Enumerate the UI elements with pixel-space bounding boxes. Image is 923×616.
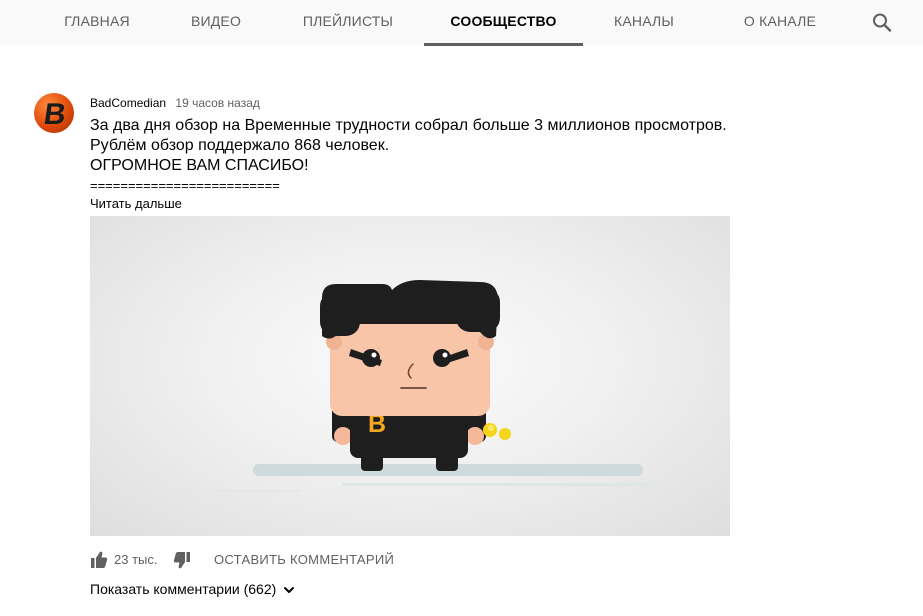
search-icon — [873, 13, 892, 32]
channel-avatar[interactable]: B — [34, 93, 74, 133]
dislike-button[interactable] — [173, 550, 191, 570]
read-more-link[interactable]: Читать дальше — [90, 195, 182, 212]
show-comments-label: Показать комментарии (662) — [90, 581, 277, 597]
thumbs-down-icon — [173, 552, 190, 569]
tab-channels[interactable]: КАНАЛЫ — [594, 0, 694, 46]
chevron-down-icon — [284, 587, 295, 594]
post-timestamp[interactable]: 19 часов назад — [175, 96, 259, 110]
search-button[interactable] — [868, 9, 896, 37]
post-image[interactable]: B — [90, 216, 730, 536]
channel-tab-bar: ГЛАВНАЯ ВИДЕО ПЛЕЙЛИСТЫ СООБЩЕСТВО КАНАЛ… — [0, 0, 923, 46]
like-button[interactable] — [90, 550, 108, 570]
post-line: ОГРОМНОЕ ВАМ СПАСИБО! — [90, 157, 309, 174]
thumbs-up-icon — [91, 551, 108, 568]
tab-playlists[interactable]: ПЛЕЙЛИСТЫ — [284, 0, 412, 46]
author-name[interactable]: BadComedian — [90, 96, 166, 110]
like-count: 23 тыс. — [114, 552, 158, 567]
post-line: ========================= — [90, 178, 280, 193]
svg-text:B: B — [42, 98, 68, 131]
tab-community[interactable]: СООБЩЕСТВО — [424, 0, 583, 46]
post-header: BadComedian 19 часов назад — [90, 95, 260, 111]
show-comments-toggle[interactable]: Показать комментарии (662) — [90, 579, 296, 599]
post-line: За два дня обзор на Временные трудности … — [90, 117, 727, 134]
tab-videos[interactable]: ВИДЕО — [176, 0, 256, 46]
cartoon-character-illustration: B — [160, 280, 652, 492]
channel-logo: B — [42, 98, 68, 131]
leave-comment-button[interactable]: ОСТАВИТЬ КОММЕНТАРИЙ — [214, 548, 394, 572]
post-body: За два дня обзор на Временные трудности … — [90, 116, 790, 194]
post-line: Рублём обзор поддержало 868 человек. — [90, 137, 390, 154]
tab-about[interactable]: О КАНАЛЕ — [718, 0, 842, 46]
tab-home[interactable]: ГЛАВНАЯ — [45, 0, 149, 46]
